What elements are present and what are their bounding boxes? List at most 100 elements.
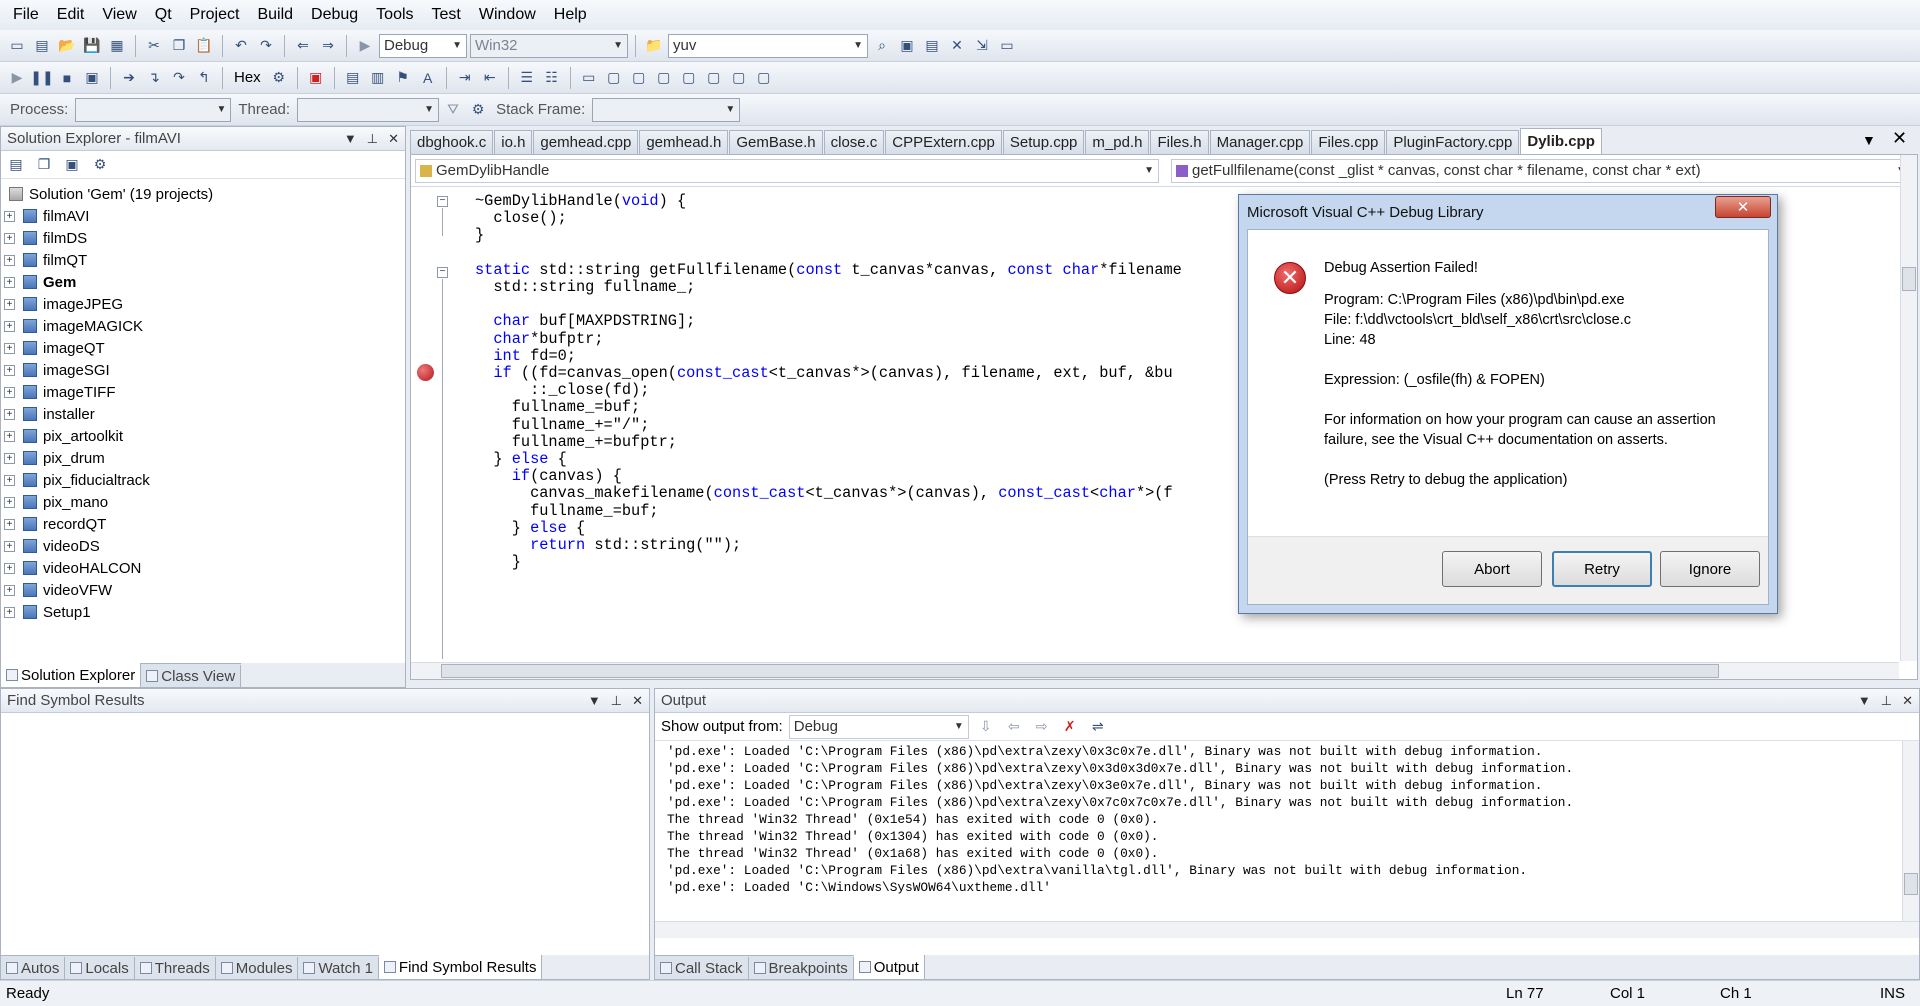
expand-icon[interactable]: + bbox=[4, 408, 15, 420]
pin-icon[interactable]: ⊥ bbox=[1881, 693, 1892, 709]
editor-horizontal-scrollbar[interactable] bbox=[411, 662, 1899, 679]
navigate-forward-icon[interactable]: ⇒ bbox=[317, 35, 339, 57]
expand-icon[interactable]: + bbox=[4, 320, 15, 332]
tab-find-symbol-results[interactable]: Find Symbol Results bbox=[378, 955, 543, 979]
doc-tab-io-h[interactable]: io.h bbox=[494, 130, 533, 154]
expand-icon[interactable]: + bbox=[4, 562, 15, 574]
step-into-icon[interactable]: ↴ bbox=[143, 67, 165, 89]
hex-toggle[interactable]: Hex bbox=[234, 69, 261, 86]
tree-project-imagetiff[interactable]: + imageTIFF bbox=[1, 381, 405, 403]
uncomment-icon[interactable]: ▥ bbox=[367, 67, 389, 89]
expand-icon[interactable]: + bbox=[4, 298, 15, 310]
expand-icon[interactable]: + bbox=[4, 232, 15, 244]
tab-breakpoints[interactable]: Breakpoints bbox=[749, 957, 854, 979]
window-position-icon[interactable]: ▼ bbox=[1858, 693, 1871, 709]
save-all-icon[interactable]: ▦ bbox=[106, 35, 128, 57]
menu-help[interactable]: Help bbox=[545, 0, 596, 30]
doc-tab-cppextern-cpp[interactable]: CPPExtern.cpp bbox=[885, 130, 1002, 154]
expand-icon[interactable]: + bbox=[4, 430, 15, 442]
step-out-icon[interactable]: ↰ bbox=[193, 67, 215, 89]
menu-project[interactable]: Project bbox=[181, 0, 249, 30]
outdent-icon[interactable]: ⇤ bbox=[479, 67, 501, 89]
tab-output[interactable]: Output bbox=[853, 955, 925, 979]
bubble-icon-5[interactable]: ▢ bbox=[703, 67, 725, 89]
properties-icon[interactable]: ▤ bbox=[921, 35, 943, 57]
close-icon[interactable]: ✕ bbox=[1902, 693, 1913, 709]
doc-tab-m_pd-h[interactable]: m_pd.h bbox=[1085, 130, 1150, 154]
restart-icon[interactable]: ▣ bbox=[81, 67, 103, 89]
tree-project-filmqt[interactable]: + filmQT bbox=[1, 249, 405, 271]
tree-project-installer[interactable]: + installer bbox=[1, 403, 405, 425]
tree-project-videods[interactable]: + videoDS bbox=[1, 535, 405, 557]
cut-icon[interactable]: ✂ bbox=[143, 35, 165, 57]
close-document-icon[interactable]: ✕ bbox=[1892, 128, 1907, 149]
doc-tab-dbghook-c[interactable]: dbghook.c bbox=[410, 130, 494, 154]
bubble-icon-2[interactable]: ▢ bbox=[628, 67, 650, 89]
paste-icon[interactable]: 📋 bbox=[193, 35, 215, 57]
expand-icon[interactable]: + bbox=[4, 342, 15, 354]
clear-all-icon[interactable]: ✗ bbox=[1059, 716, 1081, 738]
stop-debugging-icon[interactable]: ■ bbox=[56, 67, 78, 89]
expand-icon[interactable]: + bbox=[4, 606, 15, 618]
tab-solution-explorer[interactable]: Solution Explorer bbox=[1, 663, 142, 687]
parameter-info-icon[interactable]: ☷ bbox=[541, 67, 563, 89]
retry-button[interactable]: Retry bbox=[1552, 551, 1652, 587]
collapse-icon[interactable]: − bbox=[437, 196, 448, 207]
tree-project-filmds[interactable]: + filmDS bbox=[1, 227, 405, 249]
menu-view[interactable]: View bbox=[93, 0, 145, 30]
breakpoints-icon[interactable]: ⚙ bbox=[268, 67, 290, 89]
new-project-icon[interactable]: ▭ bbox=[6, 35, 28, 57]
editor-vertical-scrollbar[interactable] bbox=[1900, 155, 1917, 661]
doc-tab-gemhead-h[interactable]: gemhead.h bbox=[639, 130, 729, 154]
expand-icon[interactable]: + bbox=[4, 474, 15, 486]
window-position-icon[interactable]: ▼ bbox=[344, 131, 357, 147]
tools-icon[interactable]: ✕ bbox=[946, 35, 968, 57]
bubble-icon-7[interactable]: ▢ bbox=[753, 67, 775, 89]
menu-file[interactable]: File bbox=[4, 0, 48, 30]
breakpoint-icon[interactable] bbox=[417, 364, 434, 381]
window-layout-icon[interactable]: ▭ bbox=[996, 35, 1018, 57]
redo-icon[interactable]: ↷ bbox=[255, 35, 277, 57]
tree-project-filmavi[interactable]: + filmAVI bbox=[1, 205, 405, 227]
start-debugging-icon[interactable]: ▶ bbox=[354, 35, 376, 57]
expand-icon[interactable]: + bbox=[4, 452, 15, 464]
show-output-select[interactable]: Debug ▼ bbox=[788, 714, 969, 739]
solution-root[interactable]: Solution 'Gem' (19 projects) bbox=[1, 183, 405, 205]
collapse-icon[interactable]: − bbox=[437, 267, 448, 278]
properties-icon[interactable]: ▤ bbox=[5, 154, 27, 176]
tree-project-imageqt[interactable]: + imageQT bbox=[1, 337, 405, 359]
scope-select[interactable]: GemDylibHandle ▼ bbox=[415, 158, 1159, 183]
active-files-icon[interactable]: ▼ bbox=[1862, 132, 1876, 148]
bookmark-icon[interactable]: ⚑ bbox=[392, 67, 414, 89]
prev-message-icon[interactable]: ⇦ bbox=[1003, 716, 1025, 738]
tree-project-pix_mano[interactable]: + pix_mano bbox=[1, 491, 405, 513]
expand-icon[interactable]: + bbox=[4, 584, 15, 596]
window-icon[interactable]: ▭ bbox=[578, 67, 600, 89]
doc-tab-gemhead-cpp[interactable]: gemhead.cpp bbox=[533, 130, 639, 154]
tree-project-recordqt[interactable]: + recordQT bbox=[1, 513, 405, 535]
thread-select[interactable]: ▼ bbox=[297, 97, 440, 122]
dialog-close-button[interactable]: ✕ bbox=[1715, 196, 1771, 218]
bubble-icon-4[interactable]: ▢ bbox=[678, 67, 700, 89]
font-icon[interactable]: A bbox=[417, 67, 439, 89]
comment-icon[interactable]: ▤ bbox=[342, 67, 364, 89]
expand-icon[interactable]: + bbox=[4, 254, 15, 266]
next-message-icon[interactable]: ⇨ bbox=[1031, 716, 1053, 738]
step-over-icon[interactable]: ↷ bbox=[168, 67, 190, 89]
doc-tab-setup-cpp[interactable]: Setup.cpp bbox=[1002, 130, 1085, 154]
menu-edit[interactable]: Edit bbox=[48, 0, 94, 30]
doc-tab-dylib-cpp[interactable]: Dylib.cpp bbox=[1520, 128, 1602, 154]
expand-icon[interactable]: + bbox=[4, 276, 15, 288]
tree-project-setup1[interactable]: + Setup1 bbox=[1, 601, 405, 623]
close-icon[interactable]: ✕ bbox=[388, 131, 399, 147]
doc-tab-pluginfactory-cpp[interactable]: PluginFactory.cpp bbox=[1386, 130, 1520, 154]
bubble-icon-3[interactable]: ▢ bbox=[653, 67, 675, 89]
tab-threads[interactable]: Threads bbox=[135, 957, 216, 979]
output-text[interactable]: 'pd.exe': Loaded 'C:\Program Files (x86)… bbox=[655, 741, 1901, 911]
output-horizontal-scrollbar[interactable] bbox=[655, 921, 1919, 938]
toggle-word-wrap-icon[interactable]: ⇌ bbox=[1087, 716, 1109, 738]
expand-icon[interactable]: + bbox=[4, 540, 15, 552]
process-select[interactable]: ▼ bbox=[75, 97, 232, 122]
solution-config-select[interactable]: Debug ▼ bbox=[379, 33, 467, 58]
pin-icon[interactable]: ⊥ bbox=[367, 131, 378, 147]
